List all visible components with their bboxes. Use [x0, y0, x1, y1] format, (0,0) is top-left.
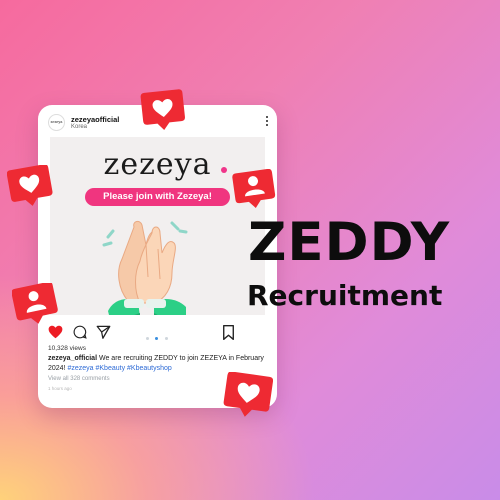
post-username[interactable]: zezeyaofficial	[71, 115, 119, 124]
like-notification-bubble	[140, 89, 185, 130]
brand-dot	[221, 167, 227, 173]
bookmark-icon[interactable]	[222, 325, 235, 340]
like-notification-bubble	[223, 372, 273, 417]
post-timestamp: 1 hours ago	[48, 386, 72, 391]
headline: ZEDDY	[248, 212, 451, 273]
follower-notification-bubble	[12, 283, 58, 324]
like-notification-bubble	[7, 165, 53, 206]
post-card: zezeya zezeyaofficial Korea zezeya Pleas…	[38, 105, 277, 408]
share-icon[interactable]	[96, 325, 111, 339]
view-count: 10,328 views	[48, 345, 86, 352]
post-caption: zezeya_official We are recruiting ZEDDY …	[48, 354, 270, 373]
comment-icon[interactable]	[73, 325, 87, 339]
post-location[interactable]: Korea	[71, 124, 87, 130]
post-action-bar	[38, 322, 277, 342]
avatar[interactable]: zezeya	[48, 114, 65, 131]
post-image: zezeya Please join with Zezeya!	[50, 137, 265, 315]
carousel-dot-active	[155, 337, 159, 341]
high-five-hands-illustration	[102, 220, 188, 315]
heart-icon[interactable]	[48, 325, 63, 339]
carousel-indicator[interactable]	[146, 330, 170, 348]
follower-notification-bubble	[232, 169, 276, 208]
carousel-dot	[164, 337, 168, 341]
caption-hashtags[interactable]: #zezeya #Kbeauty #Kbeautyshop	[66, 365, 171, 372]
view-comments-link[interactable]: View all 328 comments	[48, 376, 110, 382]
caption-username[interactable]: zezeya_official	[48, 355, 97, 362]
join-banner: Please join with Zezeya!	[85, 188, 230, 206]
carousel-dot	[146, 337, 149, 341]
subheadline: Recruitment	[247, 279, 443, 312]
more-icon[interactable]	[264, 116, 270, 128]
